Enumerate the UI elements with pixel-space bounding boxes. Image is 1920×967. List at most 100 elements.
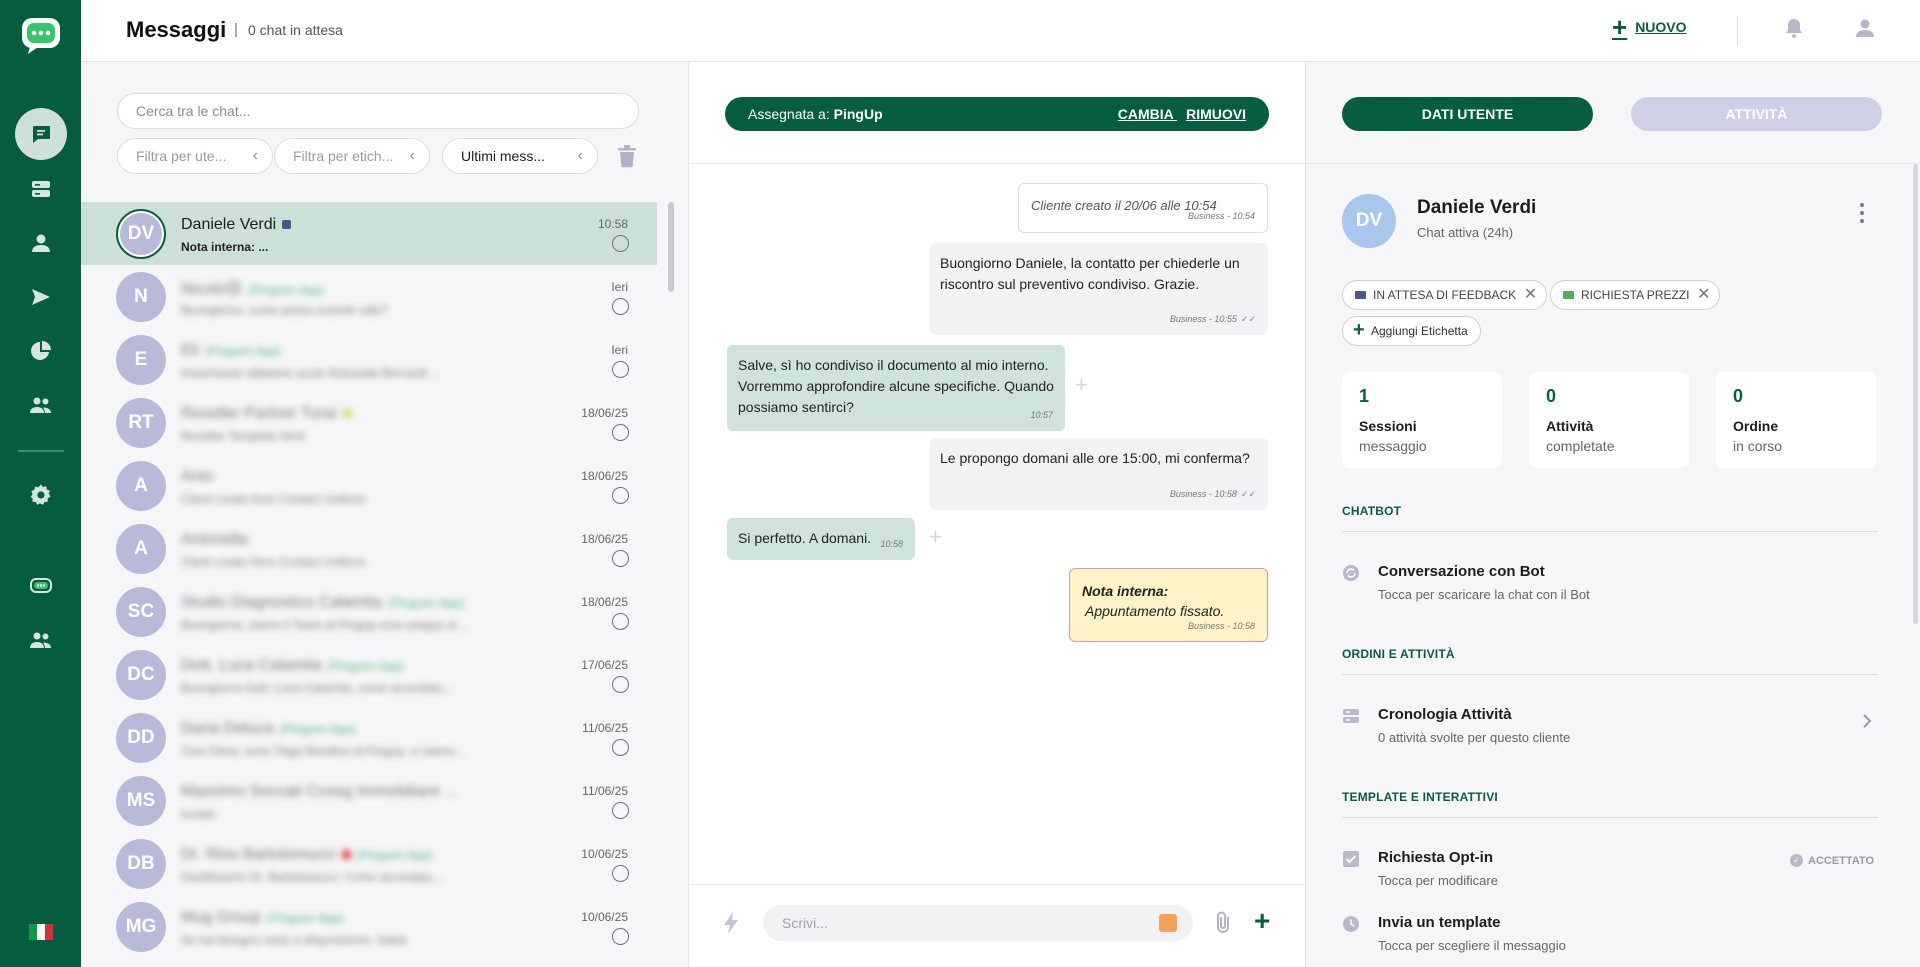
filter-user-select[interactable]: Filtra per ute... ‹: [117, 138, 273, 174]
select-radio[interactable]: [612, 739, 629, 756]
select-radio[interactable]: [612, 424, 629, 441]
app-logo-icon[interactable]: [20, 16, 62, 56]
bot-conversation-title[interactable]: Conversazione con Bot: [1378, 563, 1545, 580]
incoming-message[interactable]: Salve, sì ho condiviso il documento al m…: [727, 345, 1065, 431]
select-radio[interactable]: [612, 550, 629, 567]
stat-card-sessions: 1 Sessioni messaggio: [1342, 372, 1502, 468]
bot-icon: [30, 578, 52, 593]
chat-list-item[interactable]: DB Dr. Rino Bartolomucci (Pinguen App) Gent…: [81, 832, 657, 895]
chat-list-item[interactable]: MG Mug Group (Pinguen App) Se hai bisogno r…: [81, 895, 657, 958]
search-input[interactable]: Cerca tra le chat...: [117, 93, 639, 129]
bolt-icon[interactable]: [723, 912, 739, 934]
conversation-divider: [689, 163, 1306, 164]
tag-label-icon: [1563, 291, 1574, 299]
chat-list-item[interactable]: MS Massimo Soccati Coseg Immobiliare ... i…: [81, 769, 657, 832]
chat-list-item[interactable]: DV Daniele Verdi Nota interna: ... 10:58: [81, 202, 657, 265]
close-icon[interactable]: ✕: [1524, 281, 1537, 309]
select-radio[interactable]: [612, 235, 629, 252]
nav-contacts[interactable]: [15, 217, 67, 269]
trash-icon[interactable]: [616, 144, 638, 168]
sort-label: Ultimi mess...: [461, 148, 545, 164]
details-scrollbar[interactable]: [1913, 164, 1918, 624]
language-flag-icon[interactable]: [29, 924, 53, 940]
avatar: N: [116, 272, 166, 322]
chat-contact-name: Antonella: [181, 531, 248, 548]
new-button[interactable]: + NUOVO: [1612, 14, 1687, 40]
stat-label: Attività: [1546, 418, 1594, 434]
avatar: DC: [116, 650, 166, 700]
chat-list-item[interactable]: DC Dott. Luca Calamita (Pinguen App) Buongi…: [81, 643, 657, 706]
avatar: DV: [116, 209, 166, 259]
nav-analytics[interactable]: [15, 325, 67, 377]
optin-sub: Tocca per modificare: [1378, 873, 1498, 888]
chevron-left-icon: ‹: [409, 147, 415, 164]
close-icon[interactable]: ✕: [1697, 281, 1710, 309]
chat-list-item[interactable]: A Antonella Client creato form Contact Uni…: [81, 517, 657, 580]
nav-settings[interactable]: [15, 469, 67, 521]
chat-list-item[interactable]: SC Studio Diagnostico Calamita (Pinguen Ap…: [81, 580, 657, 643]
tag-chip-label: RICHIESTA PREZZI: [1581, 288, 1690, 302]
chat-preview: Client creato form Contact Uniform: [181, 555, 366, 569]
optin-title[interactable]: Richiesta Opt-in: [1378, 849, 1493, 866]
incoming-message[interactable]: Si perfetto. A domani. 10:58: [727, 518, 915, 560]
bell-icon[interactable]: [1782, 16, 1806, 40]
react-plus-icon[interactable]: +: [1075, 372, 1088, 398]
filter-user-label: Filtra per ute...: [136, 148, 227, 164]
chat-time: 10/06/25: [581, 910, 628, 924]
tag-chip[interactable]: RICHIESTA PREZZI ✕: [1550, 280, 1721, 310]
outgoing-message[interactable]: Le propongo domani alle ore 15:00, mi co…: [930, 438, 1268, 510]
remove-assignee-link[interactable]: RIMUOVI: [1186, 106, 1246, 122]
avatar: DB: [116, 839, 166, 889]
tab-activity[interactable]: ATTIVITÀ: [1631, 97, 1882, 131]
activity-history-title[interactable]: Cronologia Attività: [1378, 706, 1512, 723]
chat-list-item[interactable]: DD Daria Deluca (Pinguen App) Ciao Daria, s…: [81, 706, 657, 769]
chat-time: 10/06/25: [581, 847, 628, 861]
chat-time: 18/06/25: [581, 469, 628, 483]
select-radio[interactable]: [612, 676, 629, 693]
outgoing-message[interactable]: Buongiorno Daniele, la contatto per chie…: [930, 243, 1268, 335]
top-bar: Messaggi | 0 chat in attesa + NUOVO: [81, 0, 1920, 62]
chevron-right-icon[interactable]: [1861, 713, 1873, 729]
chat-list-item[interactable]: E Eli (Pinguen App) Inserimento abbiamo avu…: [81, 328, 657, 391]
select-radio[interactable]: [612, 487, 629, 504]
react-plus-icon[interactable]: +: [929, 524, 942, 550]
nav-campaigns[interactable]: [15, 271, 67, 323]
select-radio[interactable]: [612, 613, 629, 630]
checkbox-icon[interactable]: [1342, 850, 1360, 868]
paperclip-icon[interactable]: [1214, 911, 1234, 935]
bot-conversation-sub: Tocca per scaricare la chat con il Bot: [1378, 587, 1590, 602]
chat-list-item[interactable]: A Anto Client creato form Contact Uniform 1…: [81, 454, 657, 517]
template-icon[interactable]: [1159, 914, 1177, 932]
kebab-icon[interactable]: [1859, 203, 1865, 223]
add-tag-button[interactable]: + Aggiungi Etichetta: [1342, 316, 1481, 346]
avatar: A: [116, 524, 166, 574]
user-icon[interactable]: [1853, 16, 1877, 40]
source-tag: (Pinguen App): [267, 911, 344, 925]
nav-operators[interactable]: [15, 614, 67, 666]
send-template-title[interactable]: Invia un template: [1378, 914, 1501, 931]
nav-messages[interactable]: [15, 108, 67, 160]
filter-tag-select[interactable]: Filtra per etich... ‹: [274, 138, 430, 174]
nav-archive[interactable]: [15, 163, 67, 215]
tag-chip[interactable]: IN ATTESA DI FEEDBACK ✕: [1342, 280, 1548, 310]
person-icon: [32, 234, 50, 252]
select-radio[interactable]: [612, 361, 629, 378]
list-scrollbar[interactable]: [668, 202, 674, 292]
left-rail: [0, 0, 81, 967]
internal-note[interactable]: Nota interna: Appuntamento fissato. Busi…: [1069, 568, 1268, 642]
sort-select[interactable]: Ultimi mess... ‹: [442, 138, 598, 174]
message-input[interactable]: Scrivi...: [763, 905, 1193, 941]
select-radio[interactable]: [612, 928, 629, 945]
chat-list-item[interactable]: N Nicolò😍 (Pinguen App) Buongiorno, come po…: [81, 265, 657, 328]
tab-user-data[interactable]: DATI UTENTE: [1342, 97, 1593, 131]
avatar: DD: [116, 713, 166, 763]
change-assignee-link[interactable]: CAMBIA: [1118, 106, 1173, 122]
add-content-plus-icon[interactable]: +: [1254, 907, 1270, 935]
select-radio[interactable]: [612, 802, 629, 819]
chat-list-item[interactable]: RT Reseller Partner Turai Reseller Templat…: [81, 391, 657, 454]
nav-chatbot[interactable]: [15, 560, 67, 612]
select-radio[interactable]: [612, 298, 629, 315]
message-meta: Business - 10:58 ✓✓: [1169, 489, 1256, 499]
nav-team[interactable]: [15, 379, 67, 431]
select-radio[interactable]: [612, 865, 629, 882]
